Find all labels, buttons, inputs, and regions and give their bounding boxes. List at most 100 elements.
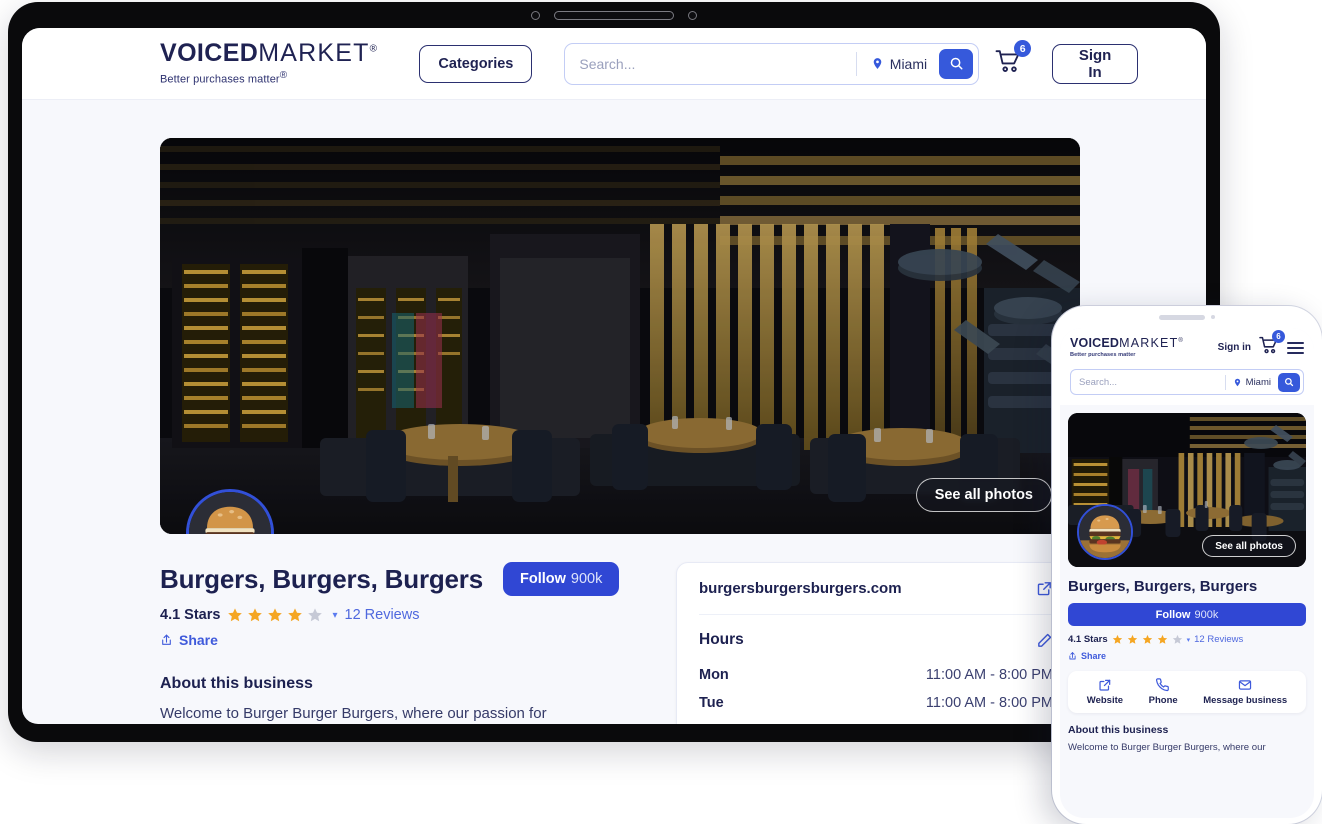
follow-count: 900k xyxy=(570,571,603,587)
chevron-down-icon[interactable]: ▾ xyxy=(332,610,337,621)
search-icon xyxy=(1285,378,1294,387)
map-pin-icon xyxy=(1234,378,1240,386)
tablet-device-frame: VOICEDMARKET® Better purchases matter® C… xyxy=(8,2,1220,742)
share-label: Share xyxy=(179,632,218,648)
phone-share-label: Share xyxy=(1081,651,1107,661)
star-rating xyxy=(227,607,323,623)
star-filled-icon xyxy=(268,608,283,622)
phone-share-button[interactable]: Share xyxy=(1068,651,1306,661)
phone-follow-count: 900k xyxy=(1194,608,1219,621)
brand-name-light: MARKET xyxy=(258,39,370,68)
phone-brand-registered-mark: ® xyxy=(1178,337,1184,344)
search-input[interactable] xyxy=(565,43,856,84)
phone-camera-icon xyxy=(1211,315,1215,319)
brand-name-bold: VOICED xyxy=(160,39,259,68)
phone-follow-label: Follow xyxy=(1155,608,1191,621)
phone-follow-button[interactable]: Follow 900k xyxy=(1068,603,1306,626)
share-button[interactable]: Share xyxy=(160,632,638,648)
star-filled-icon xyxy=(1127,634,1137,644)
categories-button[interactable]: Categories xyxy=(419,44,533,83)
share-icon xyxy=(162,634,171,645)
star-empty-icon xyxy=(1172,634,1182,644)
see-all-photos-button[interactable]: See all photos xyxy=(915,478,1052,512)
rating-row: 4.1 Stars ▾ 12 Reviews xyxy=(160,607,638,623)
external-link-icon[interactable] xyxy=(1036,580,1053,597)
location-label: Miami xyxy=(889,55,928,72)
phone-call-action-button[interactable]: Phone xyxy=(1149,678,1178,706)
message-business-action-button[interactable]: Message business xyxy=(1203,678,1287,706)
external-link-icon xyxy=(1099,679,1111,691)
brand-logo[interactable]: VOICEDMARKET® Better purchases matter® xyxy=(160,41,377,86)
reviews-link[interactable]: 12 Reviews xyxy=(345,607,420,623)
hours-day: Tue xyxy=(699,695,724,711)
star-empty-icon xyxy=(308,608,323,622)
phone-reviews-link[interactable]: 12 Reviews xyxy=(1194,634,1243,645)
page-title: Burgers, Burgers, Burgers xyxy=(160,563,483,594)
about-heading: About this business xyxy=(160,675,313,692)
brand-tagline-text: Better purchases matter xyxy=(160,73,280,86)
phone-brand-logo[interactable]: VOICEDMARKET® Better purchases matter xyxy=(1070,337,1183,359)
website-url: burgersburgersburgers.com xyxy=(699,580,902,597)
hours-time: 11:00 AM - 8:00 PM xyxy=(925,695,1053,711)
star-filled-icon xyxy=(248,608,263,622)
search-submit-button[interactable] xyxy=(939,48,974,79)
website-row[interactable]: burgersburgersburgers.com xyxy=(699,563,1053,615)
rating-value: 4.1 Stars xyxy=(160,607,221,623)
phone-brand-bold: VOICED xyxy=(1070,335,1120,350)
profile-content: Burgers, Burgers, Burgers Follow 900k 4.… xyxy=(160,534,1206,724)
phone-rating-value: 4.1 Stars xyxy=(1068,634,1108,645)
phone-cart-count-badge: 6 xyxy=(1272,330,1285,343)
website-action-label: Website xyxy=(1086,695,1124,706)
website-action-button[interactable]: Website xyxy=(1087,678,1123,706)
tablet-sensor-icon xyxy=(688,10,697,20)
hours-header: Hours xyxy=(699,615,1053,665)
cart-count-badge: 6 xyxy=(1014,40,1032,57)
hours-day: Wed xyxy=(699,723,729,724)
phone-brand-tagline: Better purchases matter xyxy=(1070,352,1136,359)
phone-search-submit-button[interactable] xyxy=(1278,372,1300,392)
phone-business-avatar[interactable] xyxy=(1077,504,1133,560)
search-bar: Miami xyxy=(564,42,980,85)
pencil-icon[interactable] xyxy=(1036,632,1053,649)
sign-in-button[interactable]: Sign In xyxy=(1052,43,1138,84)
phone-screen: VOICEDMARKET® Better purchases matter Si… xyxy=(1060,328,1314,818)
profile-right-column: burgersburgersburgers.com Hours Mon 11:0… xyxy=(676,562,1076,724)
profile-left-column: Burgers, Burgers, Burgers Follow 900k 4.… xyxy=(160,562,638,724)
hamburger-menu-icon[interactable] xyxy=(1287,341,1304,354)
hero-image-container: See all photos xyxy=(160,138,1080,534)
business-profile-page: See all photos Burgers, Burgers, Burgers… xyxy=(22,100,1206,724)
phone-cart-button[interactable]: 6 xyxy=(1259,330,1285,359)
phone-about-heading: About this business xyxy=(1068,724,1169,736)
phone-icon xyxy=(1156,678,1170,692)
phone-search-input[interactable] xyxy=(1071,370,1225,394)
table-row: Mon 11:00 AM - 8:00 PM xyxy=(699,665,1053,693)
business-info-card: burgersburgersburgers.com Hours Mon 11:0… xyxy=(676,562,1076,724)
phone-action-bar: Website Phone Message business xyxy=(1068,671,1306,713)
brand-name: VOICEDMARKET® xyxy=(160,41,377,66)
business-title-row: Burgers, Burgers, Burgers Follow 900k xyxy=(160,562,638,596)
chevron-down-icon[interactable]: ▾ xyxy=(1187,636,1191,644)
phone-speaker-icon xyxy=(1159,314,1205,320)
hours-time: 11:00 AM - 8:00 PM xyxy=(925,667,1053,683)
phone-location-selector[interactable]: Miami xyxy=(1226,377,1278,388)
phone-page-title: Burgers, Burgers, Burgers xyxy=(1068,578,1258,595)
site-header: VOICEDMARKET® Better purchases matter® C… xyxy=(22,28,1206,100)
table-row: Wed 11:00 AM - 8:00 PM xyxy=(699,721,1053,724)
header-actions: 6 Sign In xyxy=(995,40,1176,84)
mockup-stage: VOICEDMARKET® Better purchases matter® C… xyxy=(0,0,1322,824)
share-icon xyxy=(1069,652,1076,660)
tablet-speaker-icon xyxy=(554,10,674,20)
phone-see-all-photos-button[interactable]: See all photos xyxy=(1202,535,1296,557)
phone-notch xyxy=(1052,306,1322,328)
cart-button[interactable]: 6 xyxy=(995,40,1032,78)
burger-avatar-photo xyxy=(1079,506,1131,558)
follow-button[interactable]: Follow 900k xyxy=(502,562,620,596)
phone-location-label: Miami xyxy=(1245,376,1271,388)
restaurant-interior-photo xyxy=(160,138,1080,534)
phone-about-text: Welcome to Burger Burger Burgers, where … xyxy=(1068,742,1266,753)
hours-title: Hours xyxy=(699,631,744,648)
location-selector[interactable]: Miami xyxy=(857,56,939,72)
phone-rating-row: 4.1 Stars ▾ 12 Reviews xyxy=(1068,634,1306,645)
phone-sign-in-button[interactable]: Sign in xyxy=(1218,342,1251,353)
search-icon xyxy=(950,57,963,70)
